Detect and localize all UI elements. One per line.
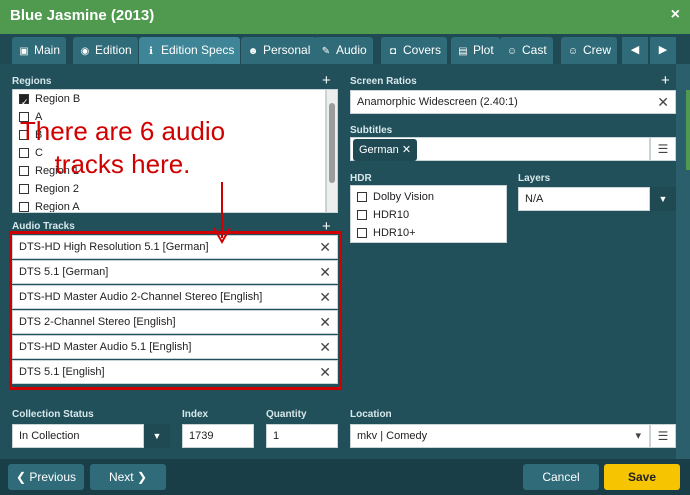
screen-ratios-label: Screen Ratios (350, 76, 417, 87)
tab-main[interactable]: ▣ Main (12, 37, 67, 64)
tab-personal[interactable]: ☻ Personal (241, 37, 317, 64)
tab-label: Main (34, 43, 61, 57)
tab-edition[interactable]: ◉ Edition (73, 37, 138, 64)
chip-remove-icon[interactable]: ✕ (402, 144, 411, 156)
cancel-button[interactable]: Cancel (523, 464, 599, 490)
window-title: Blue Jasmine (2013) (10, 7, 155, 24)
layers-select[interactable]: N/A (518, 187, 650, 211)
annotation-line: There are 6 audio (19, 116, 226, 146)
regions-add-icon[interactable]: + (322, 73, 331, 88)
region-label: Region B (35, 93, 81, 105)
previous-button[interactable]: ❮ Previous (8, 464, 84, 490)
info-icon: ℹ (149, 46, 153, 57)
tab-label: Cast (522, 43, 547, 57)
collection-status-value: In Collection (19, 430, 80, 442)
quantity-input[interactable]: 1 (266, 424, 338, 448)
region-item[interactable]: Region 2 (13, 180, 325, 198)
layers-value: N/A (525, 193, 544, 205)
tab-edition-specs[interactable]: ℹ Edition Specs (139, 37, 241, 64)
region-label: Region A (35, 201, 80, 213)
audio-icon: ✎ (321, 46, 331, 57)
camera-icon: ◘ (389, 46, 397, 57)
region-item[interactable]: Region B (13, 90, 325, 111)
tab-covers[interactable]: ◘ Covers (381, 37, 448, 64)
chevron-down-icon[interactable]: ▾ (635, 425, 641, 447)
tab-label: Audio (336, 43, 367, 57)
regions-label: Regions (12, 76, 52, 87)
tab-label: Crew (583, 43, 612, 57)
hdr-item-label: HDR10 (373, 209, 410, 221)
screen-ratio-value: Anamorphic Widescreen (2.40:1) (357, 96, 518, 108)
title-bar: Blue Jasmine (2013) × (0, 0, 690, 34)
subtitles-label: Subtitles (350, 125, 393, 136)
checkbox[interactable] (19, 184, 29, 194)
side-accent (686, 90, 690, 170)
checkbox[interactable] (19, 93, 29, 111)
tab-label: Covers (403, 43, 442, 57)
hdr-item[interactable]: HDR10+ (351, 224, 506, 242)
tab-cast[interactable]: ☺ Cast (500, 37, 553, 64)
tab-audio[interactable]: ✎ Audio (314, 37, 373, 64)
next-button[interactable]: Next ❯ (90, 464, 166, 490)
chip-label: German (359, 144, 399, 156)
save-button[interactable]: Save (604, 464, 680, 490)
quantity-label: Quantity (266, 409, 307, 420)
hdr-item-label: Dolby Vision (373, 191, 434, 203)
checkbox[interactable] (357, 228, 367, 238)
cast-icon: ☺ (506, 46, 518, 57)
index-label: Index (182, 409, 209, 420)
checkbox[interactable] (357, 192, 367, 202)
index-value: 1739 (189, 430, 214, 442)
hdr-label: HDR (350, 173, 372, 184)
regions-scrollbar[interactable] (326, 89, 338, 213)
subtitle-chip[interactable]: German ✕ (353, 139, 418, 161)
document-icon: ▤ (458, 46, 468, 57)
quantity-value: 1 (273, 430, 280, 442)
crew-icon: ☺ (567, 46, 579, 57)
region-label: Region 2 (35, 183, 80, 195)
list-icon[interactable]: ☰ (650, 424, 676, 448)
tabs-prev-icon[interactable]: ◀ (622, 37, 648, 64)
tabs-next-icon[interactable]: ▶ (650, 37, 676, 64)
person-icon: ☻ (247, 46, 259, 57)
close-icon[interactable]: × (671, 6, 680, 24)
tab-label: Edition (95, 43, 132, 57)
tab-label: Edition Specs (161, 43, 235, 57)
main-icon: ▣ (19, 46, 29, 57)
annotation-arrow-icon (213, 182, 231, 245)
region-item[interactable]: Region A (13, 198, 325, 213)
tab-label: Personal (263, 43, 311, 57)
hdr-item[interactable]: Dolby Vision (351, 188, 506, 206)
layers-label: Layers (518, 173, 551, 184)
chevron-down-icon[interactable]: ▼ (650, 187, 676, 211)
tab-plot[interactable]: ▤ Plot (451, 37, 500, 64)
annotation-text: There are 6 audio tracks here. (0, 115, 245, 181)
hdr-list: Dolby Vision HDR10 HDR10+ (350, 185, 507, 243)
tab-label: Plot (473, 43, 494, 57)
screen-ratios-add-icon[interactable]: + (661, 73, 670, 88)
location-label: Location (350, 409, 392, 420)
collection-status-label: Collection Status (12, 409, 94, 420)
location-value: mkv | Comedy (357, 430, 428, 442)
location-select[interactable]: mkv | Comedy ▾ (350, 424, 650, 448)
tab-crew[interactable]: ☺ Crew (561, 37, 618, 64)
hdr-item[interactable]: HDR10 (351, 206, 506, 224)
annotation-line: tracks here. (54, 149, 191, 179)
chevron-down-icon[interactable]: ▼ (144, 424, 170, 448)
checkbox[interactable] (357, 210, 367, 220)
screen-ratio-field[interactable]: Anamorphic Widescreen (2.40:1) ✕ (350, 90, 676, 114)
index-input[interactable]: 1739 (182, 424, 254, 448)
hdr-item-label: HDR10+ (373, 227, 416, 239)
edition-icon: ◉ (80, 46, 90, 57)
scroll-thumb[interactable] (329, 103, 335, 183)
annotation-box (9, 231, 342, 390)
remove-icon[interactable]: ✕ (657, 91, 669, 113)
tab-bar: ▣ Main ◉ Edition ℹ Edition Specs ☻ Personal … (0, 34, 690, 64)
list-icon[interactable]: ☰ (650, 137, 676, 161)
checkbox[interactable] (19, 202, 29, 212)
collection-status-select[interactable]: In Collection (12, 424, 144, 448)
